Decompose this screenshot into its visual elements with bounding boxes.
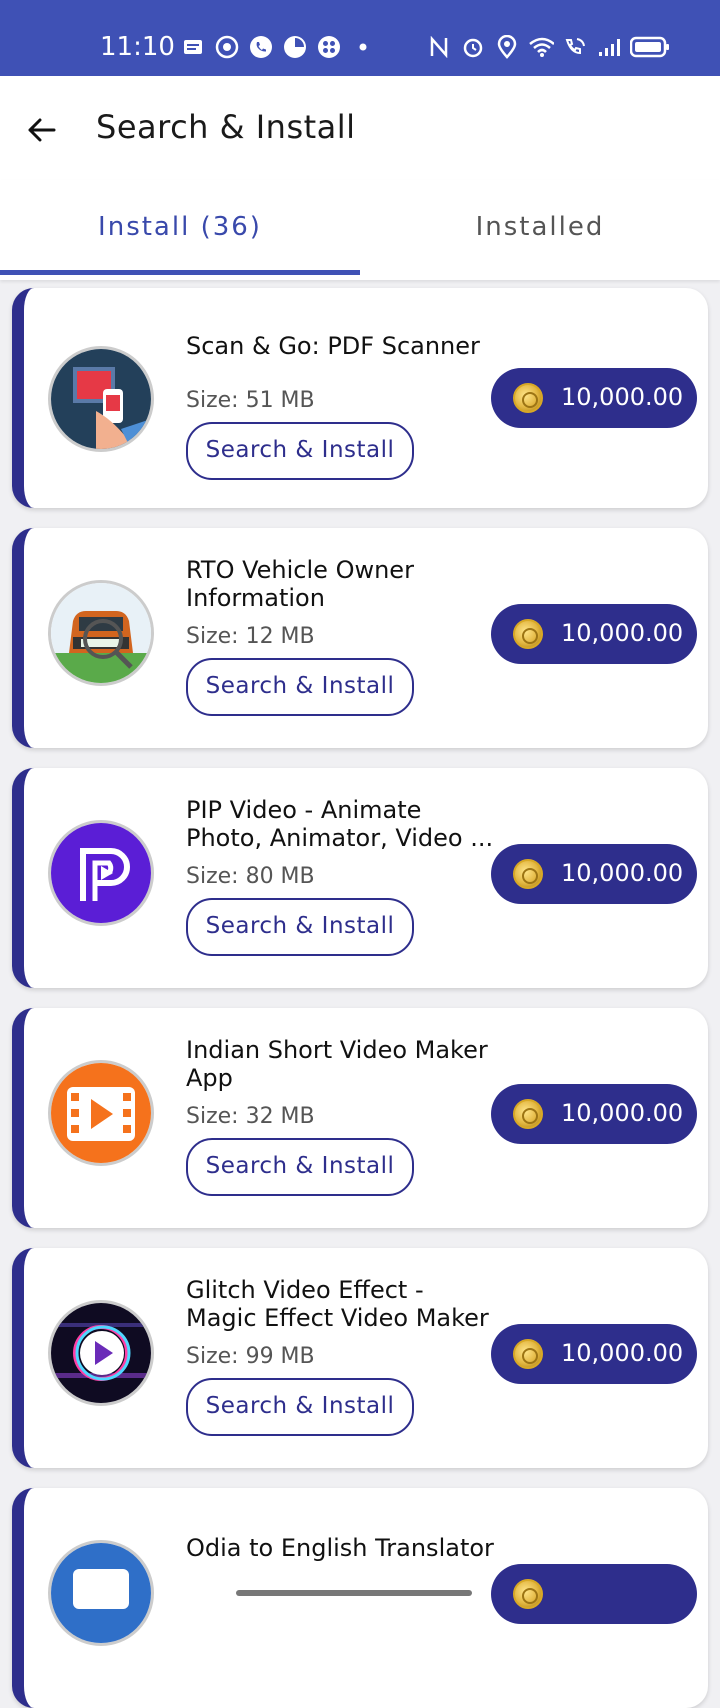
search-install-button[interactable]: Search & Install bbox=[186, 1138, 414, 1196]
rto-vehicle-icon bbox=[48, 580, 154, 686]
home-indicator[interactable] bbox=[236, 1590, 472, 1596]
page-title: Search & Install bbox=[96, 108, 356, 146]
search-install-button[interactable]: Search & Install bbox=[186, 898, 414, 956]
signal-icon bbox=[596, 34, 622, 60]
app-size: Size: 80 MB bbox=[186, 864, 315, 889]
system-icons bbox=[426, 34, 670, 60]
status-time: 11:10 bbox=[100, 32, 175, 62]
app-name: Indian Short Video Maker App bbox=[186, 1036, 488, 1092]
reward-badge[interactable]: 10,000.00 bbox=[491, 604, 697, 664]
app-card: Scan & Go: PDF Scanner Size: 51 MB Searc… bbox=[12, 288, 708, 508]
reward-badge[interactable]: 10,000.00 bbox=[491, 1084, 697, 1144]
reward-badge[interactable] bbox=[491, 1564, 697, 1624]
app-card: Glitch Video Effect - Magic Effect Video… bbox=[12, 1248, 708, 1468]
app-name: Glitch Video Effect - Magic Effect Video… bbox=[186, 1276, 489, 1332]
reward-amount: 10,000.00 bbox=[561, 619, 684, 647]
app-card: Odia to English Translator bbox=[12, 1488, 708, 1708]
coin-icon bbox=[513, 383, 543, 413]
location-icon bbox=[494, 34, 520, 60]
app-card: PIP Video - Animate Photo, Animator, Vid… bbox=[12, 768, 708, 988]
wifi-call-icon bbox=[562, 34, 588, 60]
nfc-icon bbox=[426, 34, 452, 60]
pdf-scanner-icon bbox=[48, 346, 154, 452]
coin-icon bbox=[513, 619, 543, 649]
pip-video-icon bbox=[48, 820, 154, 926]
video-maker-icon bbox=[48, 1060, 154, 1166]
translator-icon bbox=[48, 1540, 154, 1646]
reward-badge[interactable]: 10,000.00 bbox=[491, 1324, 697, 1384]
reward-amount: 10,000.00 bbox=[561, 383, 684, 411]
app-card: Indian Short Video Maker App Size: 32 MB… bbox=[12, 1008, 708, 1228]
reward-amount: 10,000.00 bbox=[561, 1099, 684, 1127]
reward-badge[interactable]: 10,000.00 bbox=[491, 368, 697, 428]
message-icon bbox=[180, 34, 206, 60]
app-name: Odia to English Translator bbox=[186, 1534, 494, 1562]
app-card: RTO Vehicle Owner Information Size: 12 M… bbox=[12, 528, 708, 748]
coin-icon bbox=[513, 1099, 543, 1129]
tab-install[interactable]: Install (36) bbox=[0, 212, 360, 242]
app-size: Size: 51 MB bbox=[186, 388, 315, 413]
status-bar: 11:10 bbox=[0, 0, 720, 76]
coin-icon bbox=[513, 1579, 543, 1609]
glitch-video-icon bbox=[48, 1300, 154, 1406]
coin-icon bbox=[513, 859, 543, 889]
search-install-button[interactable]: Search & Install bbox=[186, 1378, 414, 1436]
back-arrow-icon[interactable] bbox=[24, 112, 60, 148]
reward-badge[interactable]: 10,000.00 bbox=[491, 844, 697, 904]
alarm-icon bbox=[460, 34, 486, 60]
reward-amount: 10,000.00 bbox=[561, 859, 684, 887]
wifi-icon bbox=[528, 34, 554, 60]
app-size: Size: 99 MB bbox=[186, 1344, 315, 1369]
search-install-button[interactable]: Search & Install bbox=[186, 658, 414, 716]
coin-icon bbox=[513, 1339, 543, 1369]
dot-icon bbox=[350, 34, 376, 60]
tab-installed[interactable]: Installed bbox=[360, 212, 720, 242]
battery-icon bbox=[630, 34, 670, 60]
search-install-button[interactable]: Search & Install bbox=[186, 422, 414, 480]
app-size: Size: 12 MB bbox=[186, 624, 315, 649]
app-name: Scan & Go: PDF Scanner bbox=[186, 332, 480, 360]
app-name: RTO Vehicle Owner Information bbox=[186, 556, 414, 612]
phone-call-icon bbox=[248, 34, 274, 60]
reward-amount: 10,000.00 bbox=[561, 1339, 684, 1367]
notification-icons bbox=[180, 34, 376, 60]
tab-bar: Install (36) Installed bbox=[0, 180, 720, 280]
active-tab-indicator bbox=[0, 270, 360, 275]
app-name: PIP Video - Animate Photo, Animator, Vid… bbox=[186, 796, 494, 852]
grid-app-icon bbox=[316, 34, 342, 60]
app-size: Size: 32 MB bbox=[186, 1104, 315, 1129]
whatsapp-icon bbox=[214, 34, 240, 60]
pie-app-icon bbox=[282, 34, 308, 60]
